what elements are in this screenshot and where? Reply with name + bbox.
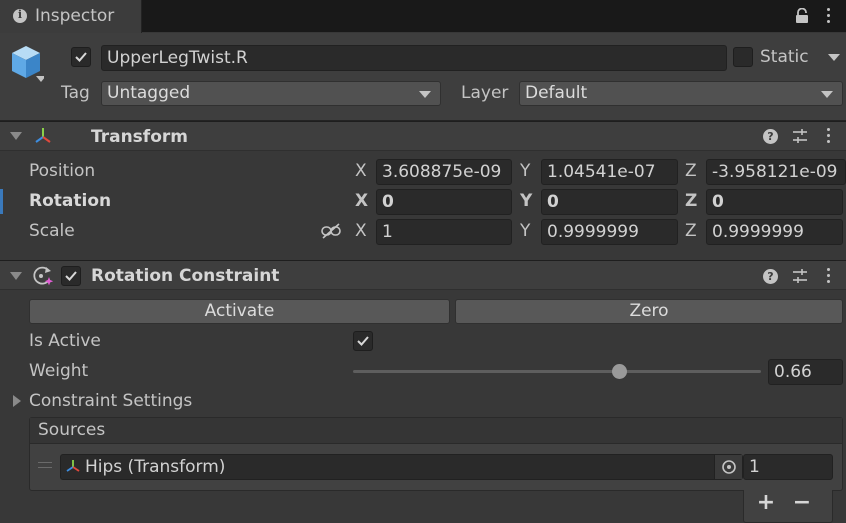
weight-slider-track[interactable]	[353, 370, 761, 373]
chevron-down-icon	[419, 91, 431, 98]
position-y-label: Y	[520, 161, 531, 181]
source-name: Hips (Transform)	[85, 457, 226, 477]
position-label: Position	[29, 161, 96, 181]
rotation-z-label: Z	[685, 191, 698, 211]
add-source-button[interactable]: +	[755, 490, 777, 515]
source-weight-field[interactable]: 1	[743, 454, 833, 480]
rotation-selected-marker	[0, 189, 3, 214]
rotation-z-field[interactable]: 0	[706, 189, 843, 215]
is-active-checkbox[interactable]	[353, 331, 373, 351]
static-dropdown-arrow[interactable]	[828, 54, 840, 61]
scale-y-field[interactable]: 0.9999999	[541, 219, 678, 245]
activate-button[interactable]: Activate	[29, 299, 450, 324]
weight-label: Weight	[29, 361, 89, 381]
scale-x-label: X	[355, 221, 367, 241]
transform-title: Transform	[91, 127, 188, 147]
rotation-y-field[interactable]: 0	[541, 189, 678, 215]
lock-icon[interactable]	[795, 7, 809, 24]
info-icon: i	[13, 8, 27, 23]
drag-handle-icon[interactable]	[38, 462, 52, 468]
is-active-label: Is Active	[29, 331, 101, 351]
constraint-enabled-checkbox[interactable]	[61, 266, 81, 286]
position-x-label: X	[355, 161, 367, 181]
position-y-field[interactable]: 1.04541e-07	[541, 159, 678, 185]
static-label: Static	[760, 47, 809, 67]
zero-button[interactable]: Zero	[455, 299, 843, 324]
rotation-label: Rotation	[29, 191, 112, 211]
static-checkbox[interactable]	[733, 47, 753, 67]
help-icon[interactable]: ?	[763, 269, 778, 284]
sources-label: Sources	[38, 420, 106, 440]
transform-icon	[65, 458, 81, 474]
tab-menu-icon[interactable]	[827, 8, 831, 26]
position-x-field[interactable]: 3.608875e-09	[376, 159, 512, 185]
rotation-constraint-title: Rotation Constraint	[91, 266, 280, 286]
scale-z-label: Z	[685, 221, 697, 241]
transform-icon	[33, 126, 53, 146]
inspector-tab[interactable]: i Inspector	[0, 0, 142, 33]
layer-value: Default	[525, 83, 588, 103]
rotation-x-label: X	[355, 191, 369, 211]
rotation-x-field[interactable]: 0	[376, 189, 512, 215]
source-object-field[interactable]: Hips (Transform)	[60, 454, 743, 480]
object-picker-icon[interactable]	[714, 455, 742, 479]
tab-title: Inspector	[35, 6, 115, 26]
layer-label: Layer	[461, 83, 509, 103]
component-menu-icon[interactable]	[827, 268, 831, 286]
sources-header	[30, 418, 842, 444]
rotation-y-label: Y	[520, 191, 533, 211]
layer-dropdown[interactable]: Default	[519, 81, 843, 106]
scale-y-label: Y	[520, 221, 531, 241]
chevron-down-icon	[821, 91, 833, 98]
tag-value: Untagged	[107, 83, 191, 103]
gameobject-icon	[10, 44, 46, 84]
position-z-field[interactable]: -3.958121e-09	[706, 159, 846, 185]
position-z-label: Z	[685, 161, 697, 181]
weight-slider-thumb[interactable]	[612, 364, 628, 379]
scale-label: Scale	[29, 221, 75, 241]
rotation-constraint-icon	[31, 265, 55, 287]
presets-icon[interactable]	[792, 128, 808, 144]
presets-icon[interactable]	[792, 268, 808, 284]
constraint-settings-foldout-arrow[interactable]	[13, 395, 21, 407]
tag-label: Tag	[61, 83, 90, 103]
component-menu-icon[interactable]	[827, 128, 831, 146]
weight-field[interactable]: 0.66	[768, 359, 843, 385]
scale-z-field[interactable]: 0.9999999	[706, 219, 843, 245]
object-name-input[interactable]: UpperLegTwist.R	[101, 45, 727, 71]
scale-x-field[interactable]: 1	[376, 219, 512, 245]
constrain-proportions-icon[interactable]	[320, 222, 342, 240]
tag-dropdown[interactable]: Untagged	[101, 81, 441, 106]
help-icon[interactable]: ?	[763, 129, 778, 144]
transform-foldout-arrow[interactable]	[10, 132, 22, 140]
constraint-settings-label[interactable]: Constraint Settings	[29, 391, 192, 411]
active-checkbox[interactable]	[71, 47, 91, 67]
constraint-foldout-arrow[interactable]	[10, 272, 22, 280]
remove-source-button[interactable]: −	[791, 490, 813, 515]
